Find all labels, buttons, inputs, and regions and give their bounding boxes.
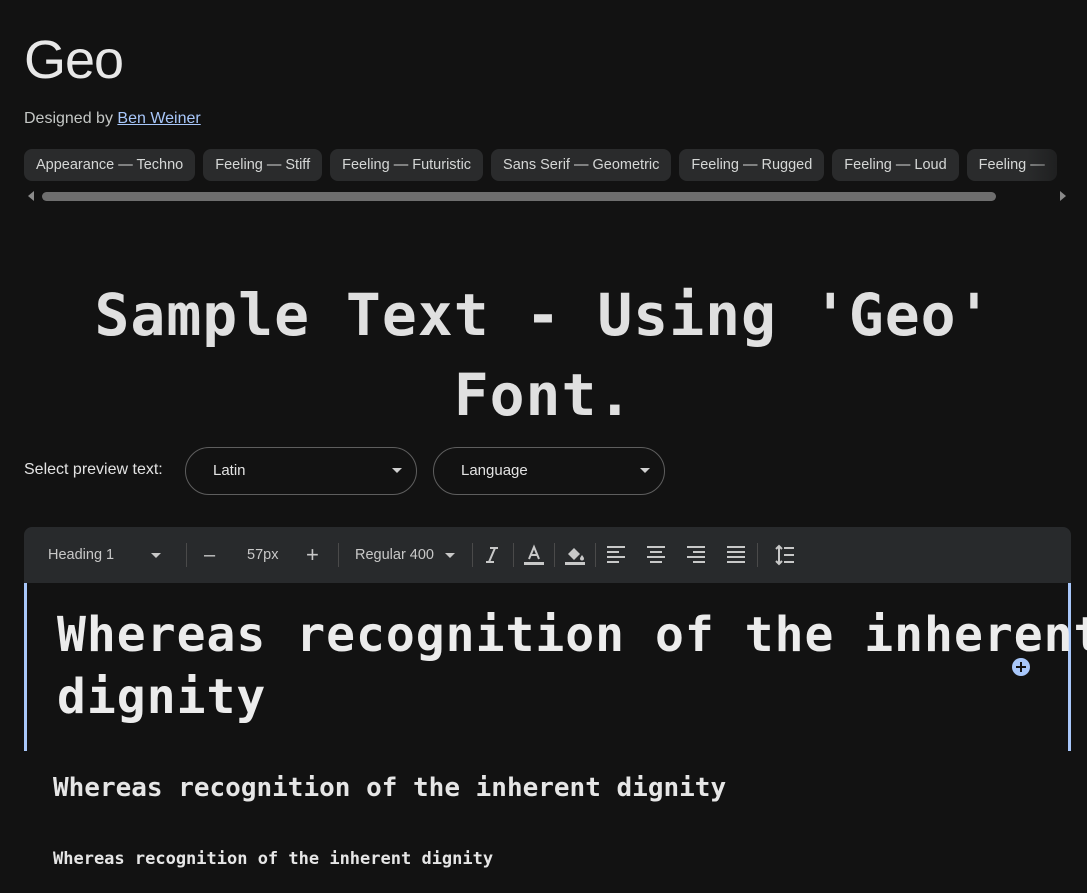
- language-select-value: Language: [461, 462, 528, 479]
- chevron-down-icon: [392, 468, 402, 473]
- sample-text: Sample Text - Using 'Geo' Font.: [94, 281, 993, 429]
- italic-icon[interactable]: [480, 543, 504, 567]
- toolbar-divider: [757, 543, 758, 567]
- script-select-value: Latin: [213, 462, 246, 479]
- tag-chip-futuristic[interactable]: Feeling — Futuristic: [330, 149, 484, 181]
- designer-link[interactable]: Ben Weiner: [117, 110, 200, 127]
- toolbar-divider: [513, 543, 514, 567]
- designed-by-label: Designed by: [24, 110, 113, 127]
- align-right-icon[interactable]: [684, 543, 708, 567]
- weight-select-value: Regular 400: [355, 547, 434, 563]
- chevron-down-icon[interactable]: [445, 553, 455, 558]
- language-select[interactable]: Language: [433, 447, 665, 495]
- toolbar-divider: [338, 543, 339, 567]
- toolbar-divider: [186, 543, 187, 567]
- chevron-down-icon: [640, 468, 650, 473]
- script-select[interactable]: Latin: [185, 447, 417, 495]
- heading1-line[interactable]: Whereas recognition of the inherent: [57, 603, 1087, 667]
- tag-list-fade: [1027, 149, 1087, 181]
- tag-chip-stiff[interactable]: Feeling — Stiff: [203, 149, 323, 181]
- align-justify-icon[interactable]: [724, 543, 748, 567]
- style-select[interactable]: Heading 1: [48, 527, 114, 583]
- align-left-icon[interactable]: [604, 543, 628, 567]
- tag-chip-techno[interactable]: Appearance — Techno: [24, 149, 196, 181]
- decrease-size-button[interactable]: –: [204, 527, 215, 583]
- toolbar-divider: [472, 543, 473, 567]
- add-circle-icon[interactable]: [1012, 658, 1030, 676]
- tag-scrollbar-thumb[interactable]: [42, 192, 996, 201]
- toolbar-divider: [554, 543, 555, 567]
- font-specimen-page: Geo Designed by Ben Weiner Appearance — …: [0, 0, 1087, 893]
- font-title: Geo: [24, 30, 124, 90]
- tag-chip-rugged[interactable]: Feeling — Rugged: [679, 149, 825, 181]
- tag-chip-loud[interactable]: Feeling — Loud: [832, 149, 959, 181]
- heading1-line[interactable]: dignity: [57, 665, 266, 729]
- heading2-preview[interactable]: Whereas recognition of the inherent dign…: [53, 770, 726, 806]
- font-size-value[interactable]: 57px: [247, 527, 278, 583]
- align-center-icon[interactable]: [644, 543, 668, 567]
- preview-text-label: Select preview text:: [24, 461, 163, 478]
- text-color-icon[interactable]: [522, 543, 546, 567]
- style-select-value: Heading 1: [48, 547, 115, 563]
- chevron-down-icon[interactable]: [151, 553, 161, 558]
- scroll-left-arrow-icon[interactable]: [28, 191, 34, 201]
- editor-toolbar: Heading 1 – 57px + Regular 400: [24, 527, 1071, 583]
- increase-size-button[interactable]: +: [306, 527, 319, 583]
- line-height-icon[interactable]: [773, 543, 797, 567]
- tag-list: Appearance — Techno Feeling — Stiff Feelin…: [24, 149, 1087, 181]
- preview-editor-heading1[interactable]: Whereas recognition of the inherent dign…: [24, 583, 1087, 751]
- heading3-preview[interactable]: Whereas recognition of the inherent dign…: [53, 846, 493, 872]
- designer-credit: Designed by Ben Weiner: [24, 110, 201, 128]
- weight-select[interactable]: Regular 400: [355, 527, 434, 583]
- tag-chip-geometric[interactable]: Sans Serif — Geometric: [491, 149, 672, 181]
- toolbar-divider: [595, 543, 596, 567]
- scroll-right-arrow-icon[interactable]: [1060, 191, 1066, 201]
- highlight-color-icon[interactable]: [563, 543, 587, 567]
